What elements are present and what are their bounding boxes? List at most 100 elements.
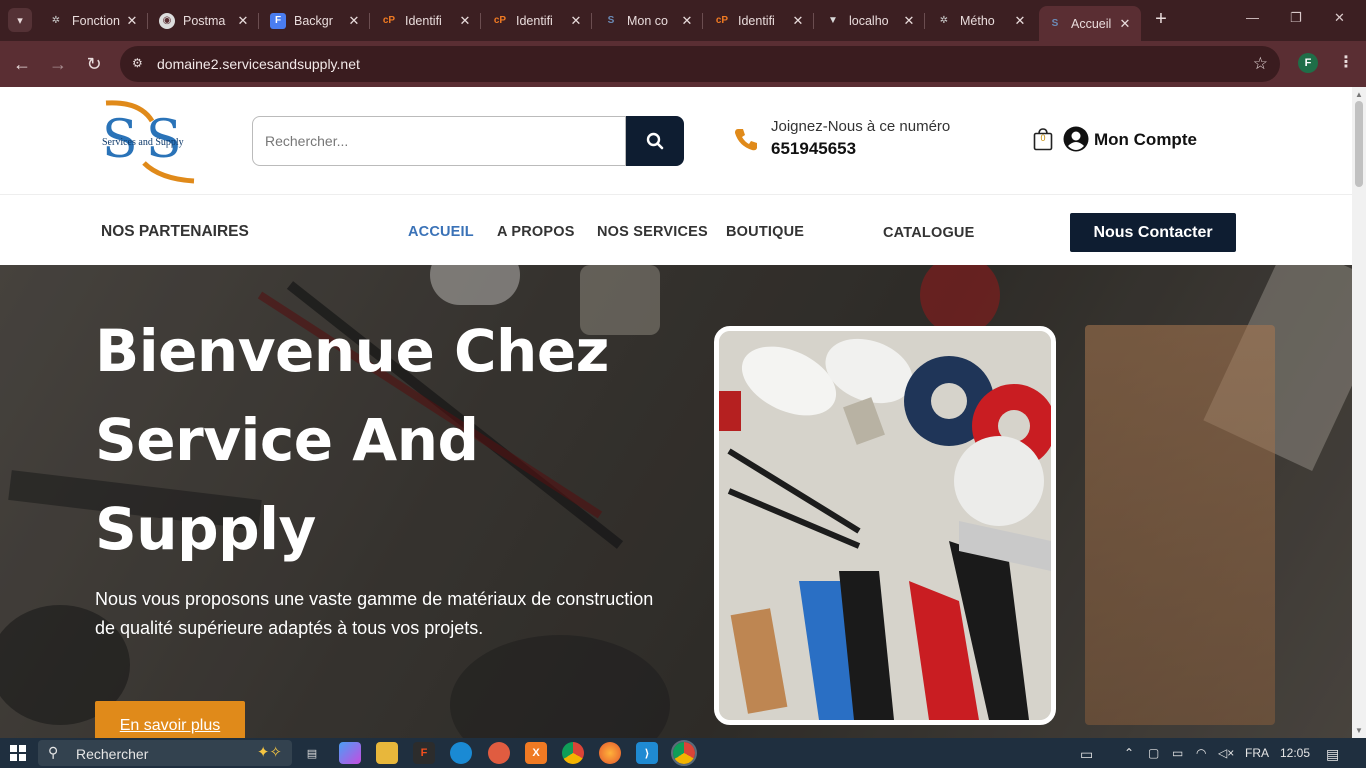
tab-8[interactable]: ✲ Métho ✕ [928,6,1036,35]
site-settings-icon[interactable]: ⚙ [132,56,148,72]
tab-0[interactable]: ✲ Fonction ✕ [40,6,148,35]
phone-icon [735,129,757,151]
nav-partners-link[interactable]: NOS PARTENAIRES [101,223,249,241]
close-tab-icon[interactable]: ✕ [568,13,584,29]
tab-1[interactable]: ◉ Postma ✕ [151,6,259,35]
volume-muted-icon[interactable]: ◁× [1218,746,1234,760]
clock[interactable]: 12:05 [1280,746,1310,760]
tab-title: Postma [183,13,226,28]
tab-title: Fonction [72,13,120,28]
tab-title: Métho [960,13,995,28]
taskbar-search-box[interactable]: ⚲ Rechercher ✦✧ [38,740,292,766]
tab-4[interactable]: cP Identifi ✕ [484,6,592,35]
wifi-icon[interactable]: ◠ [1196,746,1206,760]
windows-taskbar: ⚲ Rechercher ✦✧ ▤ F X ⟩ ▭ ⌃ ▢ ▭ ◠ ◁× FRA… [0,738,1366,768]
minimize-icon[interactable]: — [1246,10,1259,25]
chrome-icon[interactable] [562,742,584,764]
close-tab-icon[interactable]: ✕ [1117,16,1133,32]
page-scrollbar[interactable]: ▲ ▼ [1352,87,1366,738]
nav-item-nos-services[interactable]: NOS SERVICES [597,224,708,240]
site-search-button[interactable] [626,116,684,166]
tab-title: Mon co [627,13,668,28]
tab-9-active[interactable]: S Accueil ✕ [1039,6,1141,41]
hero-title: Bienvenue Chez Service And Supply [95,317,609,563]
user-account-icon[interactable] [1063,126,1089,152]
hero-banner: Bienvenue Chez Service And Supply Nous v… [0,265,1352,738]
meet-icon[interactable]: ▢ [1148,746,1159,760]
figma-icon[interactable]: F [413,742,435,764]
show-hidden-icons-chevron-icon[interactable]: ⌃ [1124,746,1134,760]
close-tab-icon[interactable]: ✕ [457,13,473,29]
nav-item-boutique[interactable]: BOUTIQUE [726,224,804,240]
openai-icon: ✲ [939,15,949,26]
phone-label: Joignez-Nous à ce numéro [771,118,951,135]
firefox-icon[interactable] [599,742,621,764]
close-tab-icon[interactable]: ✕ [124,13,140,29]
nav-item-accueil[interactable]: ACCUEIL [408,224,474,240]
tab-7[interactable]: ▼ localho ✕ [817,6,925,35]
xampp-icon[interactable]: X [525,742,547,764]
tab-title: Identifi [738,13,775,28]
new-tab-button[interactable]: + [1150,8,1172,32]
chrome-active-icon[interactable] [671,740,697,766]
widgets-icon[interactable]: ▭ [1080,746,1093,763]
vscode-icon[interactable]: ⟩ [636,742,658,764]
bookmark-star-icon[interactable]: ☆ [1253,54,1268,74]
nav-item-catalogue[interactable]: CATALOGUE [883,225,974,241]
main-navigation: NOS PARTENAIRES ACCUEIL A PROPOS NOS SER… [0,195,1352,265]
postman-icon: ◉ [159,12,175,29]
openai-icon: ✲ [51,15,61,26]
site-search-input[interactable] [252,116,626,166]
logo-text: Services and Supply [102,137,184,148]
close-tab-icon[interactable]: ✕ [790,13,806,29]
forward-icon[interactable]: → [47,53,69,75]
close-window-icon[interactable]: ✕ [1334,10,1345,26]
back-icon[interactable]: ← [11,53,33,75]
app-icon[interactable] [488,742,510,764]
battery-icon[interactable]: ▭ [1172,746,1183,760]
scroll-down-icon[interactable]: ▼ [1355,726,1363,735]
site-header: S S Services and Supply Joignez-Nous à c… [0,87,1352,195]
windows-start-icon[interactable] [10,745,26,761]
hero-tools-photo [714,326,1056,725]
tab-6[interactable]: cP Identifi ✕ [706,6,814,35]
nav-item-a-propos[interactable]: A PROPOS [497,224,575,240]
close-tab-icon[interactable]: ✕ [346,13,362,29]
edge-icon[interactable] [450,742,472,764]
ss-icon: S [1051,18,1059,29]
ss-icon: S [607,15,615,26]
tab-2[interactable]: F Backgr ✕ [262,6,370,35]
cart-button[interactable]: 0 [1033,127,1053,151]
copilot-icon[interactable] [339,742,361,764]
tab-search-menu-icon[interactable]: ▾ [8,8,32,32]
learn-more-button[interactable]: En savoir plus [95,701,245,738]
search-icon [646,132,664,150]
task-view-icon[interactable]: ▤ [301,742,323,764]
profile-avatar[interactable]: F [1298,53,1318,73]
address-bar[interactable]: ⚙ domaine2.servicesandsupply.net ☆ [120,46,1280,82]
close-tab-icon[interactable]: ✕ [901,13,917,29]
account-link[interactable]: Mon Compte [1094,130,1197,150]
tab-3[interactable]: cP Identifi ✕ [373,6,481,35]
site-logo[interactable]: S S Services and Supply [100,99,200,185]
notifications-icon[interactable]: ▤ [1326,746,1339,763]
search-icon: ⚲ [48,744,59,760]
close-tab-icon[interactable]: ✕ [235,13,251,29]
url-text[interactable]: domaine2.servicesandsupply.net [157,56,360,72]
language-indicator[interactable]: FRA [1245,746,1269,760]
taskbar-search-placeholder: Rechercher [76,746,149,762]
close-tab-icon[interactable]: ✕ [1012,13,1028,29]
browser-toolbar: ← → ↻ ⚙ domaine2.servicesandsupply.net ☆ [0,41,1366,87]
browser-tab-strip: ▾ ✲ Fonction ✕ ◉ Postma ✕ F Backgr ✕ cP … [0,0,1366,41]
scrollbar-thumb[interactable] [1355,101,1363,187]
scroll-up-icon[interactable]: ▲ [1355,90,1363,99]
restore-icon[interactable]: ❐ [1290,10,1302,26]
tab-5[interactable]: S Mon co ✕ [595,6,703,35]
reload-icon[interactable]: ↻ [83,53,105,75]
close-tab-icon[interactable]: ✕ [679,13,695,29]
tab-title: Identifi [405,13,442,28]
contact-button[interactable]: Nous Contacter [1070,213,1236,252]
file-explorer-icon[interactable] [376,742,398,764]
phone-number[interactable]: 651945653 [771,139,856,159]
browser-menu-icon[interactable]: ⋮ [1338,52,1354,72]
